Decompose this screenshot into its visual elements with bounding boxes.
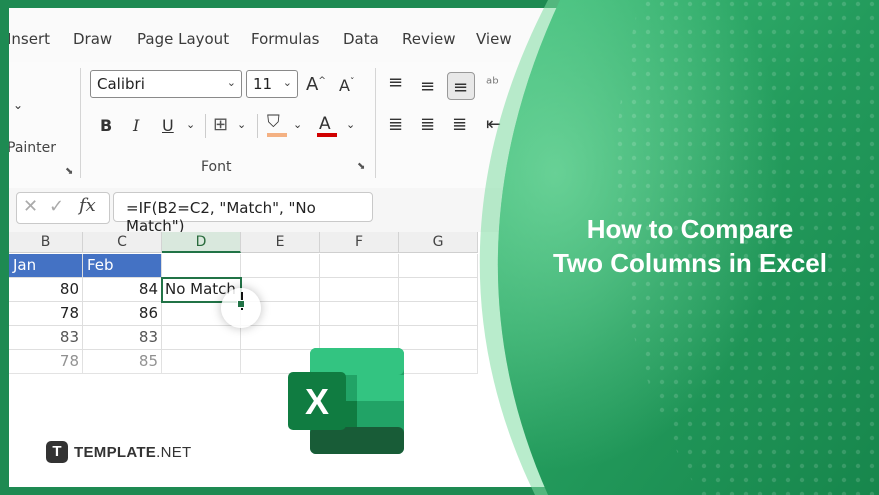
column-header-g[interactable]: G [399, 232, 478, 253]
column-header-c[interactable]: C [83, 232, 162, 253]
cell[interactable] [162, 254, 241, 278]
cancel-icon[interactable]: ✕ [23, 196, 38, 217]
cell[interactable] [399, 350, 478, 374]
clipboard-launcher-icon[interactable]: ⬊ [65, 166, 73, 177]
cell[interactable] [399, 278, 478, 302]
cell[interactable] [399, 254, 478, 278]
table-header-jan[interactable]: Jan [9, 254, 83, 278]
column-header-e[interactable]: E [241, 232, 320, 253]
font-launcher-icon[interactable]: ⬊ [357, 161, 365, 172]
borders-icon[interactable]: ⊞ [213, 114, 228, 135]
ribbon-tab-bar: Insert Draw Page Layout Formulas Data Re… [9, 8, 871, 66]
tab-formulas[interactable]: Formulas [251, 30, 319, 48]
orientation-icon[interactable]: ᵃᵇ [486, 74, 499, 93]
align-bottom-icon: ≡ [453, 77, 469, 98]
chevron-down-icon[interactable]: ⌄ [186, 118, 195, 131]
excel-logo-icon: X [288, 348, 404, 454]
ribbon-divider [80, 68, 81, 178]
shrink-font-label: A [339, 76, 350, 95]
cell[interactable] [162, 326, 241, 350]
font-size-select[interactable]: 11 ⌄ [246, 70, 298, 98]
brand-badge-icon: T [46, 441, 68, 463]
italic-button[interactable]: I [133, 116, 139, 135]
ribbon-divider [257, 114, 258, 138]
insert-function-button[interactable]: fx [79, 195, 96, 216]
indent-icon[interactable]: ⇤ [486, 114, 501, 135]
table-header-feb[interactable]: Feb [83, 254, 162, 278]
chevron-down-icon: ⌄ [226, 76, 236, 89]
cell[interactable] [241, 326, 320, 350]
page-title-line: Two Columns in Excel [552, 248, 827, 278]
align-left-icon[interactable]: ≣ [388, 114, 403, 135]
chevron-down-icon[interactable]: ⌄ [293, 118, 302, 131]
cell-c[interactable]: 85 [83, 350, 162, 374]
enter-icon[interactable]: ✓ [49, 196, 64, 217]
font-color-swatch [317, 133, 337, 137]
chevron-down-icon[interactable]: ⌄ [237, 118, 246, 131]
column-header-b[interactable]: B [9, 232, 83, 253]
tab-insert[interactable]: Insert [9, 30, 50, 48]
align-center-icon[interactable]: ≣ [420, 114, 435, 135]
cell-b[interactable]: 78 [9, 350, 83, 374]
align-right-icon[interactable]: ≣ [452, 114, 467, 135]
cell-b[interactable]: 83 [9, 326, 83, 350]
ribbon-divider [375, 68, 376, 178]
tab-draw[interactable]: Draw [73, 30, 112, 48]
page-title: How to Compare Two Columns in Excel [548, 212, 832, 280]
cell[interactable] [399, 326, 478, 350]
format-painter-button[interactable]: Painter [9, 140, 56, 156]
brand-name-suffix: .NET [156, 443, 192, 461]
cell-b[interactable]: 78 [9, 302, 83, 326]
grow-font-button[interactable]: A^ [306, 74, 326, 95]
brand-name-bold: TEMPLATE [74, 443, 157, 461]
shrink-font-button[interactable]: Aˇ [339, 76, 354, 95]
template-net-logo: T TEMPLATE.NET [46, 440, 192, 464]
formula-controls: ✕ ✓ fx [16, 192, 110, 224]
font-color-icon[interactable]: A [319, 114, 331, 134]
formula-input[interactable]: =IF(B2=C2, "Match", "No Match") [113, 192, 373, 235]
underline-button[interactable]: U [162, 116, 174, 135]
cell-c[interactable]: 86 [83, 302, 162, 326]
tab-page-layout[interactable]: Page Layout [137, 30, 229, 48]
brand-name: TEMPLATE.NET [74, 444, 192, 461]
grow-font-label: A [306, 74, 319, 95]
chevron-down-icon[interactable]: ⌄ [346, 118, 355, 131]
cell[interactable] [320, 302, 399, 326]
fill-color-icon[interactable]: ⛉ [267, 112, 280, 132]
cell-c[interactable]: 84 [83, 278, 162, 302]
tab-data[interactable]: Data [343, 30, 379, 48]
tab-review[interactable]: Review [402, 30, 456, 48]
bold-button[interactable]: B [100, 116, 112, 135]
ribbon-divider [205, 114, 206, 138]
format-painter-label: Painter [9, 140, 57, 156]
align-top-icon[interactable]: ≡ [388, 72, 403, 93]
chevron-down-icon: ⌄ [282, 76, 292, 89]
cell[interactable] [320, 326, 399, 350]
font-name-select[interactable]: Calibri ⌄ [90, 70, 242, 98]
align-bottom-button[interactable]: ≡ [447, 72, 475, 100]
excel-logo-letter: X [305, 381, 329, 422]
cell[interactable] [320, 254, 399, 278]
font-size-value: 11 [253, 75, 273, 93]
cell[interactable] [399, 302, 478, 326]
font-group-label: Font [201, 159, 232, 175]
paste-dropdown-chevron-icon[interactable]: ⌄ [13, 98, 23, 112]
page-title-line: How to Compare [586, 214, 794, 244]
cell-c[interactable]: 83 [83, 326, 162, 350]
cell-b[interactable]: 80 [9, 278, 83, 302]
align-middle-icon[interactable]: ≡ [420, 76, 435, 97]
fill-handle[interactable] [237, 300, 245, 308]
cell[interactable] [320, 278, 399, 302]
column-header-f[interactable]: F [320, 232, 399, 253]
font-name-value: Calibri [97, 75, 145, 93]
column-header-d[interactable]: D [162, 232, 241, 253]
fill-color-swatch [267, 133, 287, 137]
cell[interactable] [162, 350, 241, 374]
cell[interactable] [241, 254, 320, 278]
tab-view[interactable]: View [476, 30, 512, 48]
